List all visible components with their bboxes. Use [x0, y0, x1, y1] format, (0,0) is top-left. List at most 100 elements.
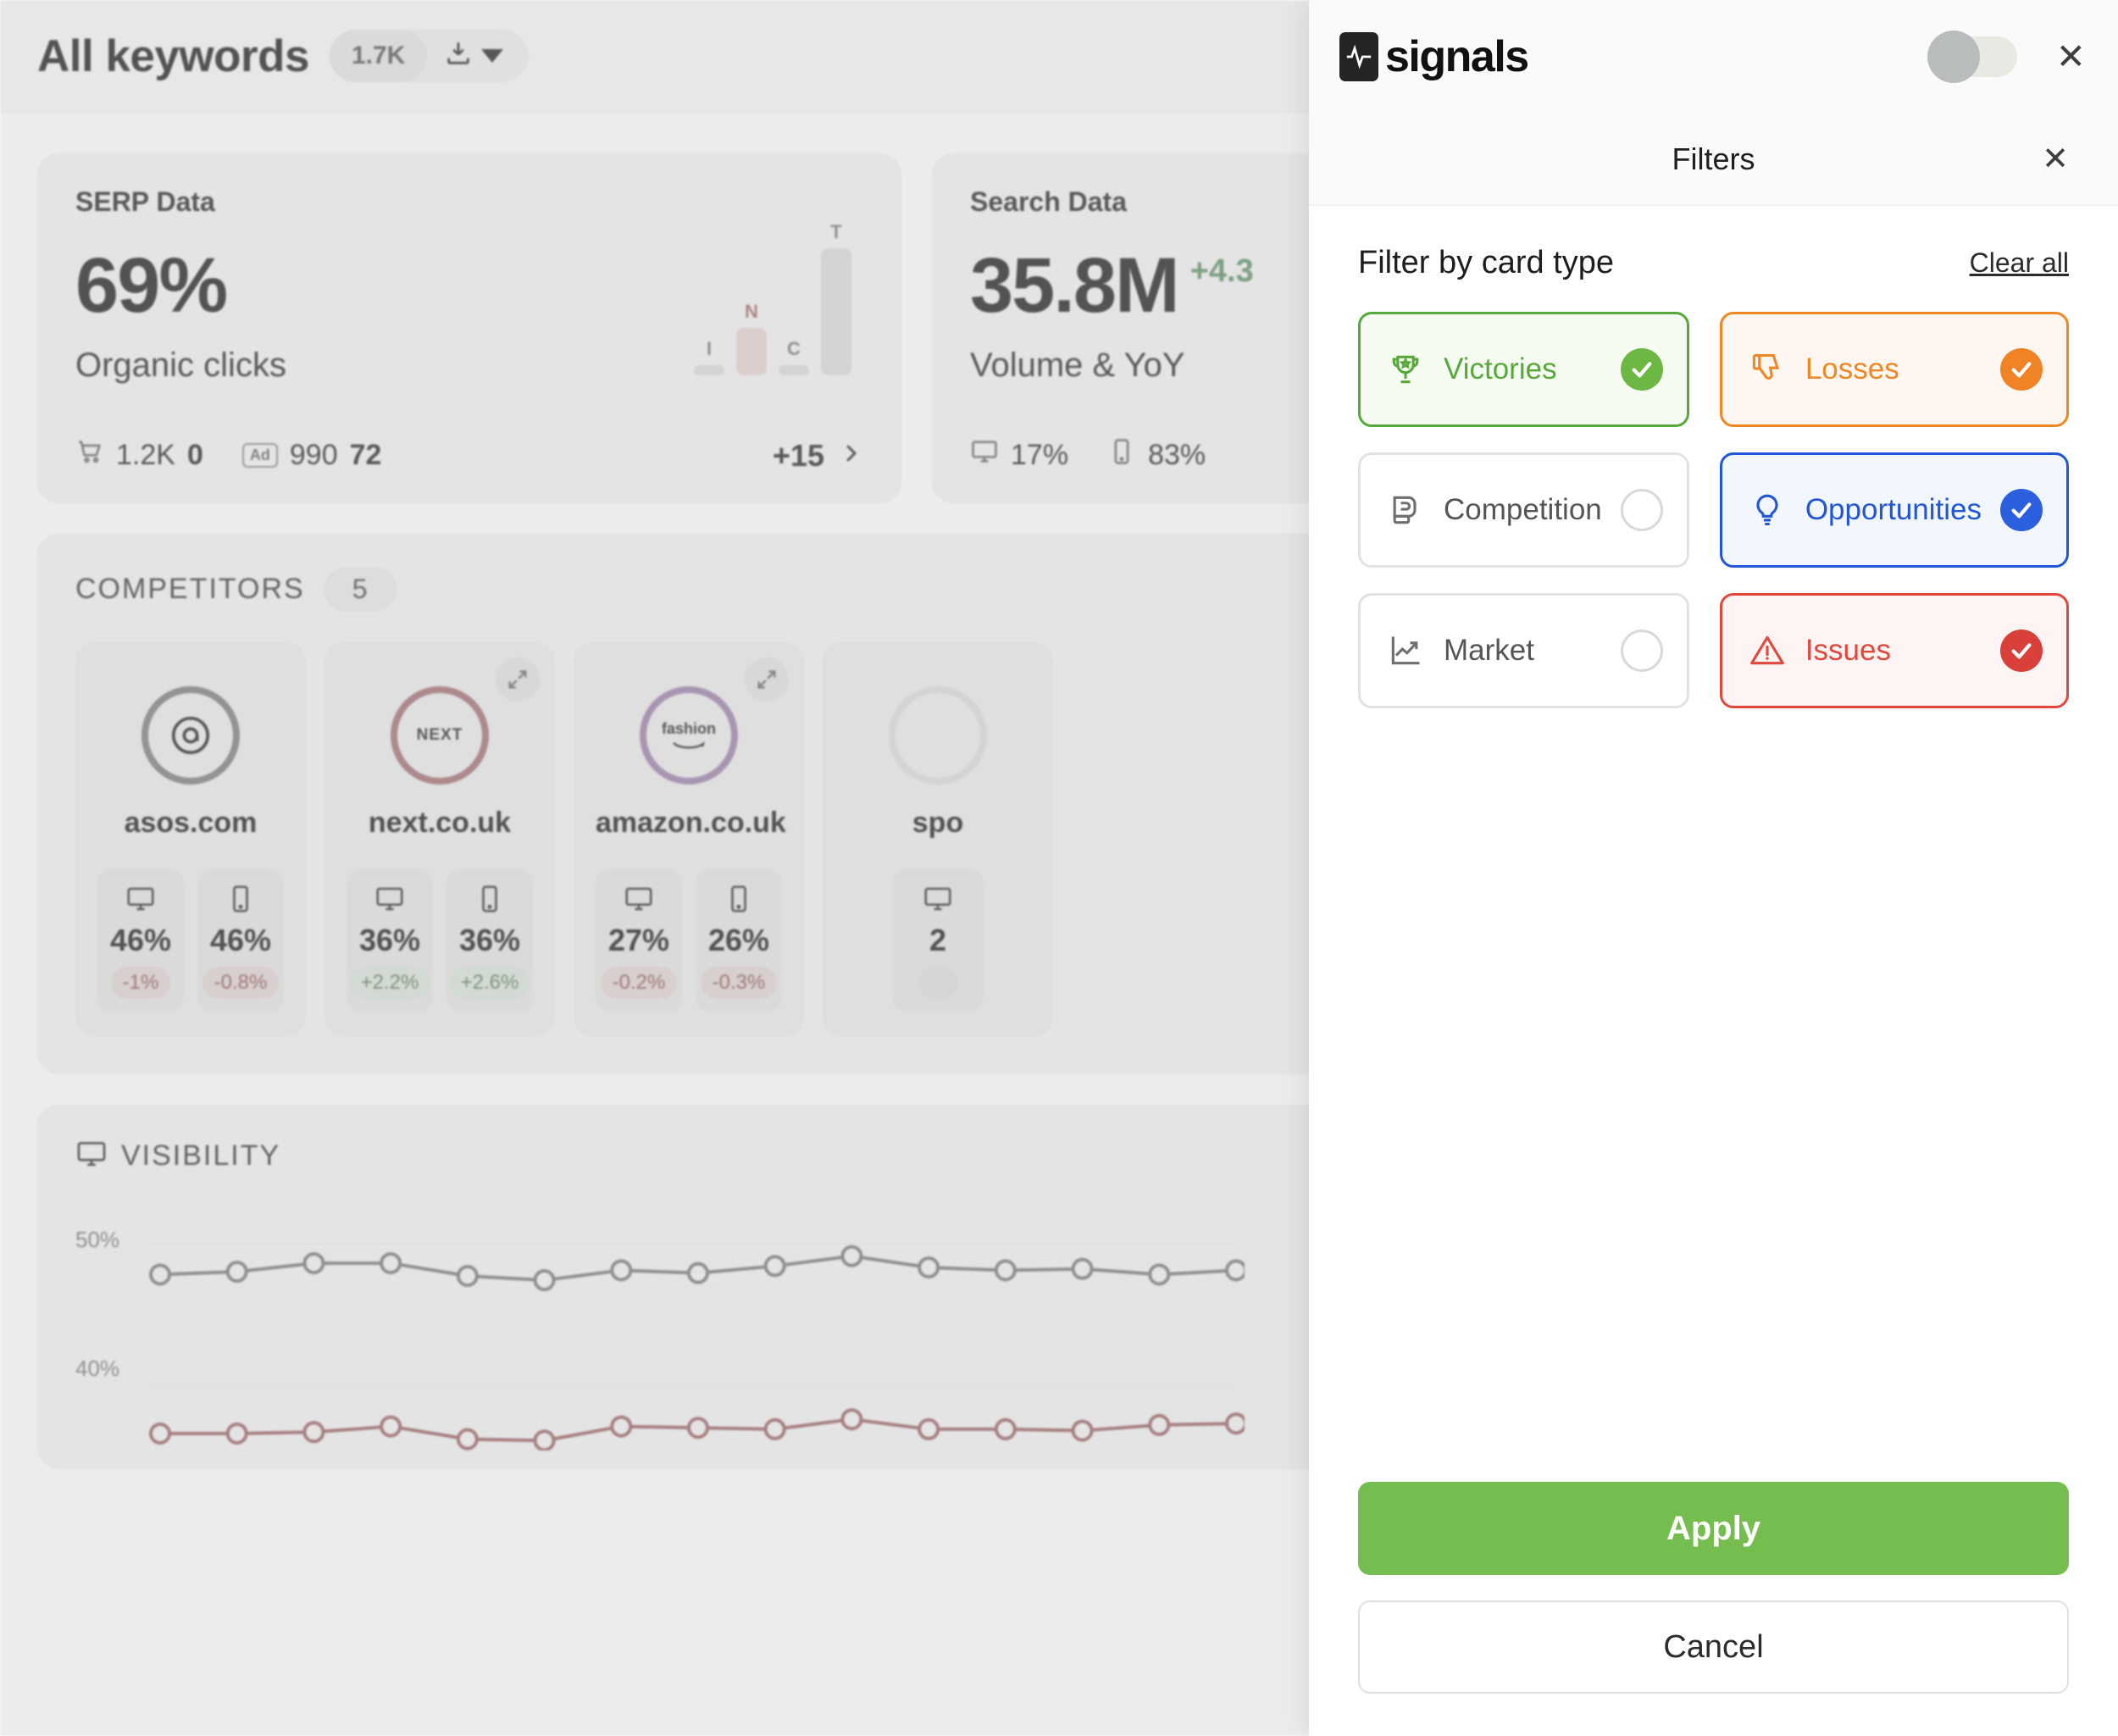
chevron-right-icon	[838, 438, 863, 474]
expand-icon[interactable]	[496, 657, 540, 702]
close-icon[interactable]: ✕	[2042, 140, 2069, 178]
apply-button[interactable]: Apply	[1358, 1482, 2069, 1575]
competitor-card-amazon[interactable]: fashion amazon.co.uk 27% -0.2%	[574, 642, 804, 1036]
clear-all-link[interactable]: Clear all	[1970, 247, 2069, 279]
pulse-icon	[1339, 32, 1378, 81]
metric-desktop: 46% -1%	[97, 868, 184, 1012]
inct-letter: I	[707, 338, 712, 360]
filter-card-label: Issues	[1805, 634, 1891, 668]
serp-value: 69%	[75, 247, 226, 324]
filter-card-label: Losses	[1805, 352, 1899, 386]
signals-brand: signals	[1339, 31, 1528, 82]
filter-card-checkbox[interactable]	[1621, 348, 1663, 391]
inct-letter: T	[830, 221, 841, 243]
filter-card-losses[interactable]: Losses	[1720, 312, 2069, 427]
competitor-name: next.co.uk	[347, 807, 533, 840]
filter-card-issues[interactable]: Issues	[1720, 593, 2069, 708]
metric-value: 36%	[459, 923, 520, 958]
keyword-count-group[interactable]: 1.7K	[330, 30, 529, 82]
filter-card-checkbox[interactable]	[1621, 489, 1663, 531]
competitor-logo: fashion	[640, 686, 738, 785]
download-button[interactable]	[427, 39, 517, 74]
competitor-logo	[141, 686, 240, 785]
desktop-icon	[374, 884, 405, 914]
signals-filter-panel: signals ✕ Filters ✕ Filter by card type …	[1309, 0, 2118, 1736]
metric-value: 46%	[210, 923, 271, 958]
y-axis-tick: 40%	[75, 1356, 119, 1382]
panel-toggle[interactable]	[1932, 36, 2017, 77]
competitor-logo: NEXT	[391, 686, 489, 785]
cancel-button[interactable]: Cancel	[1358, 1600, 2069, 1694]
filter-card-victories[interactable]: Victories	[1358, 312, 1689, 427]
metric-value: 36%	[359, 923, 420, 958]
metric-mobile: 36% +2.6%	[446, 868, 533, 1012]
desktop-icon	[923, 884, 953, 914]
inct-mini-chart: I N C T	[692, 221, 853, 375]
metric-mobile: 26% -0.3%	[696, 868, 782, 1012]
desktop-icon	[75, 1138, 108, 1174]
inct-letter: N	[745, 301, 758, 323]
filters-subheader: Filters ✕	[1309, 113, 2118, 206]
toggle-knob	[1927, 31, 1980, 83]
inct-col: I	[692, 338, 726, 375]
serp-data-card[interactable]: SERP Data 69% Organic clicks I N C T	[37, 153, 901, 503]
shopping-value: 1.2K	[116, 439, 175, 472]
ads-value: 990	[290, 439, 338, 472]
download-icon	[444, 39, 473, 74]
ads-bold: 72	[350, 439, 382, 472]
filter-card-checkbox[interactable]	[1621, 630, 1663, 672]
metric-value: 46%	[110, 923, 171, 958]
metric-delta: +2.2%	[349, 967, 431, 999]
filter-card-label: Market	[1444, 634, 1534, 668]
competitors-title: COMPETITORS	[75, 573, 305, 606]
serp-more-button[interactable]: +15	[773, 438, 863, 474]
visibility-title: VISIBILITY	[121, 1140, 280, 1173]
competitor-card-asos[interactable]: asos.com 46% -1% 46% -0.8%	[75, 642, 306, 1036]
search-value: 35.8M	[970, 247, 1178, 324]
desktop-icon	[125, 884, 156, 914]
metric-delta: -0.3%	[701, 967, 778, 999]
metric-mobile: 46% -0.8%	[197, 868, 284, 1012]
filter-card-market[interactable]: Market	[1358, 593, 1689, 708]
metric-delta: +2.6%	[449, 967, 531, 999]
keyword-count-badge: 1.7K	[330, 30, 427, 82]
competitor-metrics: 46% -1% 46% -0.8%	[97, 868, 284, 1012]
expand-icon[interactable]	[745, 657, 789, 702]
metric-delta: -0.8%	[202, 967, 280, 999]
thumbs-down-icon	[1748, 350, 1787, 389]
competitor-card-next[interactable]: NEXT next.co.uk 36% +2.2% 36% +2	[324, 642, 555, 1036]
mobile-share-value: 83%	[1148, 439, 1206, 472]
inct-letter: C	[787, 338, 801, 360]
filter-card-label: Victories	[1444, 352, 1557, 386]
serp-more-label: +15	[773, 438, 824, 474]
competitor-card-partial[interactable]: spo 2	[823, 642, 1053, 1036]
competitor-name: asos.com	[97, 807, 284, 840]
competitors-count: 5	[324, 567, 396, 612]
trend-chart-icon	[1386, 631, 1425, 670]
panel-header-actions: ✕	[1932, 36, 2086, 77]
filter-card-grid: Victories Losses	[1358, 312, 2069, 708]
filter-section-title: Filter by card type	[1358, 245, 1614, 281]
competitor-name: amazon.co.uk	[596, 807, 782, 840]
filter-card-opportunities[interactable]: Opportunities	[1720, 452, 2069, 568]
boxing-glove-icon	[1386, 491, 1425, 530]
filter-card-checkbox[interactable]	[2000, 489, 2043, 531]
metric-desktop: 27% -0.2%	[596, 868, 682, 1012]
filter-card-competition[interactable]: Competition	[1358, 452, 1689, 568]
metric-desktop: 36% +2.2%	[347, 868, 433, 1012]
metric-delta	[918, 967, 958, 999]
competitor-logo	[889, 686, 987, 785]
metric-delta: -1%	[111, 967, 171, 999]
close-icon[interactable]: ✕	[2056, 39, 2086, 75]
y-axis-tick: 50%	[75, 1227, 119, 1253]
filter-card-checkbox[interactable]	[2000, 348, 2043, 391]
panel-header: signals ✕	[1309, 0, 2118, 113]
shopping-cart-icon	[75, 437, 104, 474]
inct-col: C	[777, 338, 811, 375]
mobile-share-stat: 83%	[1107, 437, 1206, 474]
inct-col: N	[735, 301, 768, 375]
chevron-down-icon	[481, 49, 503, 63]
panel-footer: Apply Cancel	[1309, 1482, 2118, 1736]
filter-section-header: Filter by card type Clear all	[1358, 245, 2069, 281]
filter-card-checkbox[interactable]	[2000, 630, 2043, 672]
